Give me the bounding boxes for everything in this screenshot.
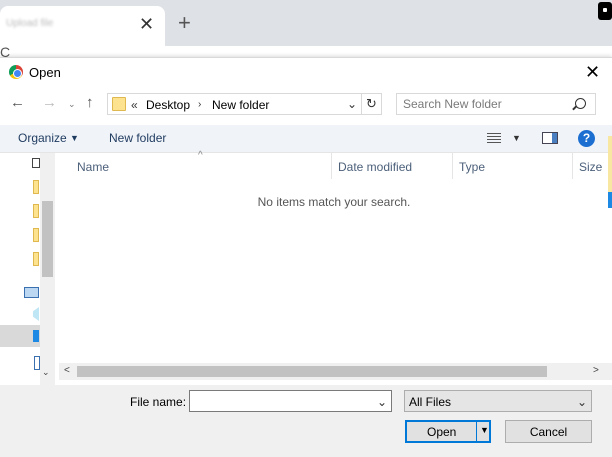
search-box[interactable] — [396, 93, 596, 115]
scroll-right-icon[interactable]: > — [593, 365, 599, 376]
column-header-date-modified[interactable]: Date modified — [331, 153, 452, 179]
browser-tab-bar: Upload file ✕ + — [0, 0, 612, 46]
search-icon[interactable] — [575, 98, 586, 109]
file-type-dropdown-icon[interactable]: ⌄ — [577, 395, 587, 409]
dialog-footer: File name: ⌄ All Files ⌄ Open ▼ Cancel — [0, 385, 612, 457]
folder-icon[interactable] — [33, 204, 39, 218]
file-name-dropdown-icon[interactable]: ⌄ — [377, 395, 387, 409]
open-dropdown-icon[interactable]: ▼ — [480, 425, 489, 435]
open-dialog: Open ✕ ← → ⌄ ↑ « Desktop › New folder ⌄ … — [0, 57, 612, 457]
folder-icon[interactable] — [33, 180, 39, 194]
folder-icon — [112, 97, 126, 111]
this-pc-icon[interactable] — [24, 287, 39, 298]
file-name-label: File name: — [130, 395, 187, 409]
search-input[interactable] — [403, 97, 573, 111]
3d-objects-icon[interactable] — [33, 307, 39, 321]
new-folder-button[interactable]: New folder — [109, 131, 166, 145]
address-bar[interactable]: « Desktop › New folder ⌄ — [107, 93, 362, 115]
new-tab-icon[interactable]: + — [178, 12, 191, 34]
breadcrumb-separator-icon[interactable]: › — [198, 99, 201, 110]
open-button[interactable]: Open ▼ — [405, 420, 491, 443]
open-button-divider — [476, 421, 477, 442]
dialog-titlebar: Open ✕ — [0, 58, 612, 86]
dialog-title: Open — [29, 65, 61, 80]
breadcrumb-desktop[interactable]: Desktop — [146, 98, 190, 112]
organize-button[interactable]: Organize — [18, 131, 67, 145]
view-options-icon[interactable] — [487, 133, 501, 143]
column-header-name[interactable]: Name — [59, 153, 331, 179]
horizontal-scroll-thumb[interactable] — [77, 366, 547, 377]
navigation-pane: ⌄ — [0, 153, 55, 385]
chrome-logo-icon — [9, 65, 23, 79]
background-accent — [608, 192, 612, 208]
tab-close-icon[interactable]: ✕ — [139, 15, 154, 33]
cancel-button[interactable]: Cancel — [505, 420, 592, 443]
forward-arrow-icon[interactable]: → — [42, 95, 57, 111]
nav-pane-scrollbar[interactable]: ⌄ — [40, 153, 55, 385]
horizontal-scrollbar[interactable]: < > — [59, 363, 612, 380]
back-arrow-icon[interactable]: ← — [10, 95, 25, 111]
dialog-close-icon[interactable]: ✕ — [585, 62, 600, 83]
column-header-label: Date modified — [338, 160, 413, 174]
recent-locations-icon[interactable]: ⌄ — [68, 96, 76, 112]
browser-tab-title: Upload file — [6, 18, 54, 28]
folder-icon[interactable] — [33, 228, 39, 242]
folder-icon[interactable] — [33, 252, 39, 266]
empty-message: No items match your search. — [257, 195, 411, 209]
file-type-select[interactable]: All Files ⌄ — [404, 390, 592, 412]
file-name-input[interactable] — [193, 394, 368, 408]
nav-pane-scroll-thumb[interactable] — [42, 201, 53, 277]
quick-access-icon[interactable] — [32, 158, 40, 168]
extension-icon[interactable] — [598, 2, 612, 20]
file-type-value: All Files — [409, 395, 452, 409]
address-dropdown-icon[interactable]: ⌄ — [347, 97, 357, 111]
column-header-label: Name — [77, 160, 110, 174]
command-bar: Organize ▼ New folder ▼ ? — [0, 125, 612, 153]
column-header-size[interactable]: Size — [572, 153, 612, 179]
file-name-combobox[interactable]: ⌄ — [189, 390, 392, 412]
view-dropdown-icon[interactable]: ▼ — [512, 133, 521, 143]
organize-dropdown-icon[interactable]: ▼ — [70, 133, 79, 143]
navigation-row: ← → ⌄ ↑ « Desktop › New folder ⌄ ↻ — [0, 91, 612, 117]
refresh-icon[interactable]: ↻ — [362, 93, 382, 115]
help-icon[interactable]: ? — [578, 130, 595, 147]
file-list: ^ Name Date modified Type Size No items … — [59, 150, 612, 385]
breadcrumb-new-folder[interactable]: New folder — [212, 98, 269, 112]
preview-pane-icon[interactable] — [542, 132, 558, 144]
scroll-left-icon[interactable]: < — [64, 365, 70, 376]
column-header-label: Type — [459, 160, 486, 174]
desktop-icon — [33, 330, 39, 342]
scroll-down-icon[interactable]: ⌄ — [42, 367, 50, 378]
column-header-type[interactable]: Type — [452, 153, 572, 179]
browser-tab[interactable]: Upload file ✕ — [0, 6, 165, 46]
breadcrumb-overflow[interactable]: « — [131, 98, 138, 112]
up-arrow-icon[interactable]: ↑ — [86, 95, 94, 111]
column-header-label: Size — [579, 160, 603, 174]
cancel-button-label: Cancel — [529, 425, 568, 439]
open-button-label: Open — [427, 425, 457, 439]
